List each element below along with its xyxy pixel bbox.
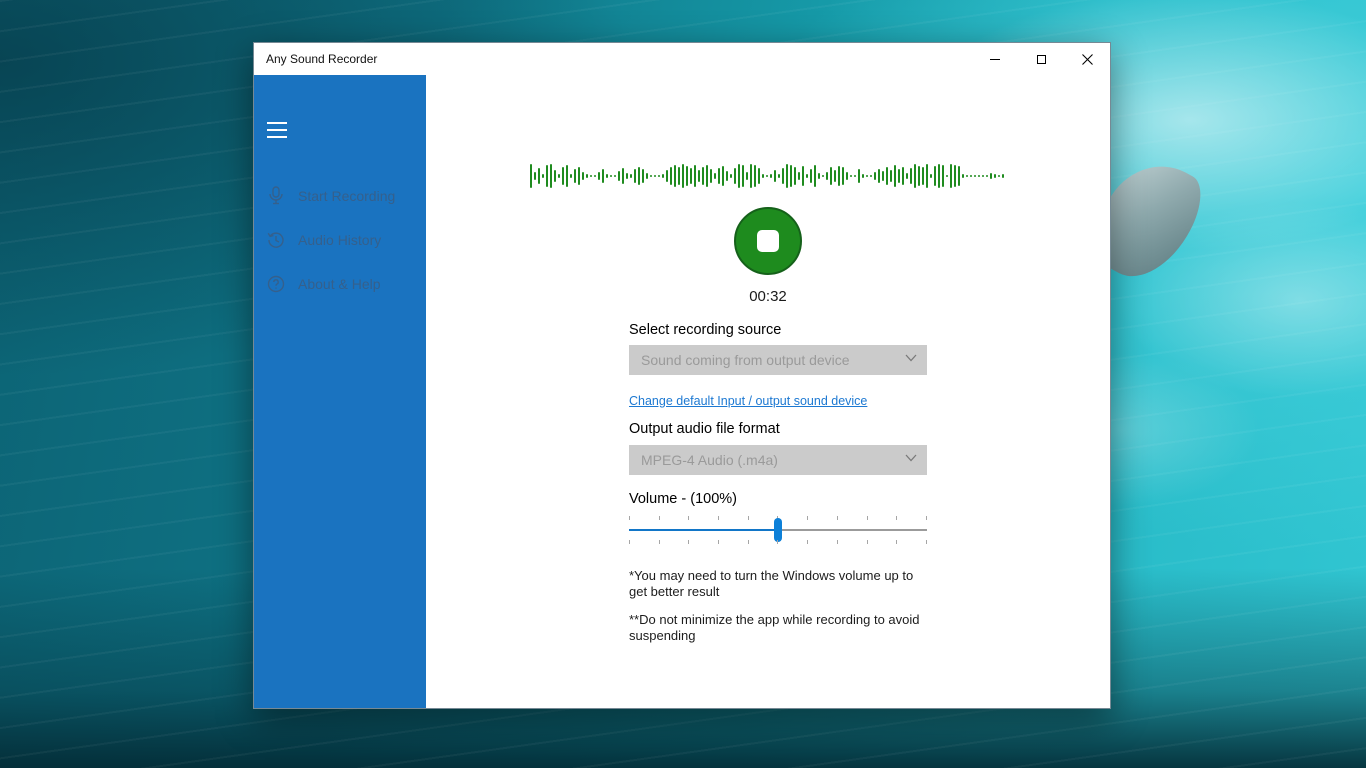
- main-content: 00:32 Select recording source Sound comi…: [426, 75, 1110, 708]
- chevron-down-icon: [905, 454, 917, 462]
- volume-slider-thumb[interactable]: [774, 518, 782, 542]
- title-bar: Any Sound Recorder: [254, 43, 1110, 75]
- sidebar-item-label: Audio History: [298, 232, 381, 248]
- help-icon: [267, 274, 285, 294]
- maximize-button[interactable]: [1018, 43, 1064, 75]
- maximize-icon: [1037, 55, 1046, 64]
- stop-recording-button[interactable]: [734, 207, 802, 275]
- sidebar-item-label: About & Help: [298, 276, 381, 292]
- window-title: Any Sound Recorder: [254, 52, 972, 66]
- volume-slider[interactable]: [629, 516, 927, 544]
- waveform: [426, 164, 1110, 188]
- output-format-dropdown[interactable]: MPEG-4 Audio (.m4a): [629, 445, 927, 475]
- hamburger-menu-button[interactable]: [267, 122, 287, 138]
- note-minimize: **Do not minimize the app while recordin…: [629, 612, 927, 644]
- sidebar-item-audio-history[interactable]: Audio History: [254, 218, 426, 262]
- sidebar-item-start-recording[interactable]: Start Recording: [254, 174, 426, 218]
- minimize-button[interactable]: [972, 43, 1018, 75]
- change-device-link[interactable]: Change default Input / output sound devi…: [629, 394, 867, 408]
- sidebar: Start Recording Audio History: [254, 75, 426, 708]
- recording-timer: 00:32: [426, 288, 1110, 305]
- volume-slider-fill: [629, 529, 778, 531]
- history-icon: [267, 230, 285, 250]
- recording-source-dropdown[interactable]: Sound coming from output device: [629, 345, 927, 375]
- sidebar-item-about-help[interactable]: About & Help: [254, 262, 426, 306]
- sidebar-item-label: Start Recording: [298, 188, 395, 204]
- output-format-value: MPEG-4 Audio (.m4a): [641, 452, 778, 468]
- close-button[interactable]: [1064, 43, 1110, 75]
- volume-label: Volume - (100%): [629, 491, 927, 507]
- recording-source-value: Sound coming from output device: [641, 352, 850, 368]
- chevron-down-icon: [905, 354, 917, 362]
- note-volume: *You may need to turn the Windows volume…: [629, 568, 927, 600]
- stop-icon: [757, 230, 779, 252]
- minimize-icon: [990, 59, 1000, 60]
- desktop-wallpaper: Any Sound Recorder: [0, 0, 1366, 768]
- close-icon: [1082, 54, 1093, 65]
- app-window: Any Sound Recorder: [253, 42, 1111, 709]
- format-label: Output audio file format: [629, 421, 927, 437]
- slider-ticks-bottom: [629, 540, 927, 544]
- microphone-icon: [267, 186, 285, 206]
- source-label: Select recording source: [629, 322, 927, 338]
